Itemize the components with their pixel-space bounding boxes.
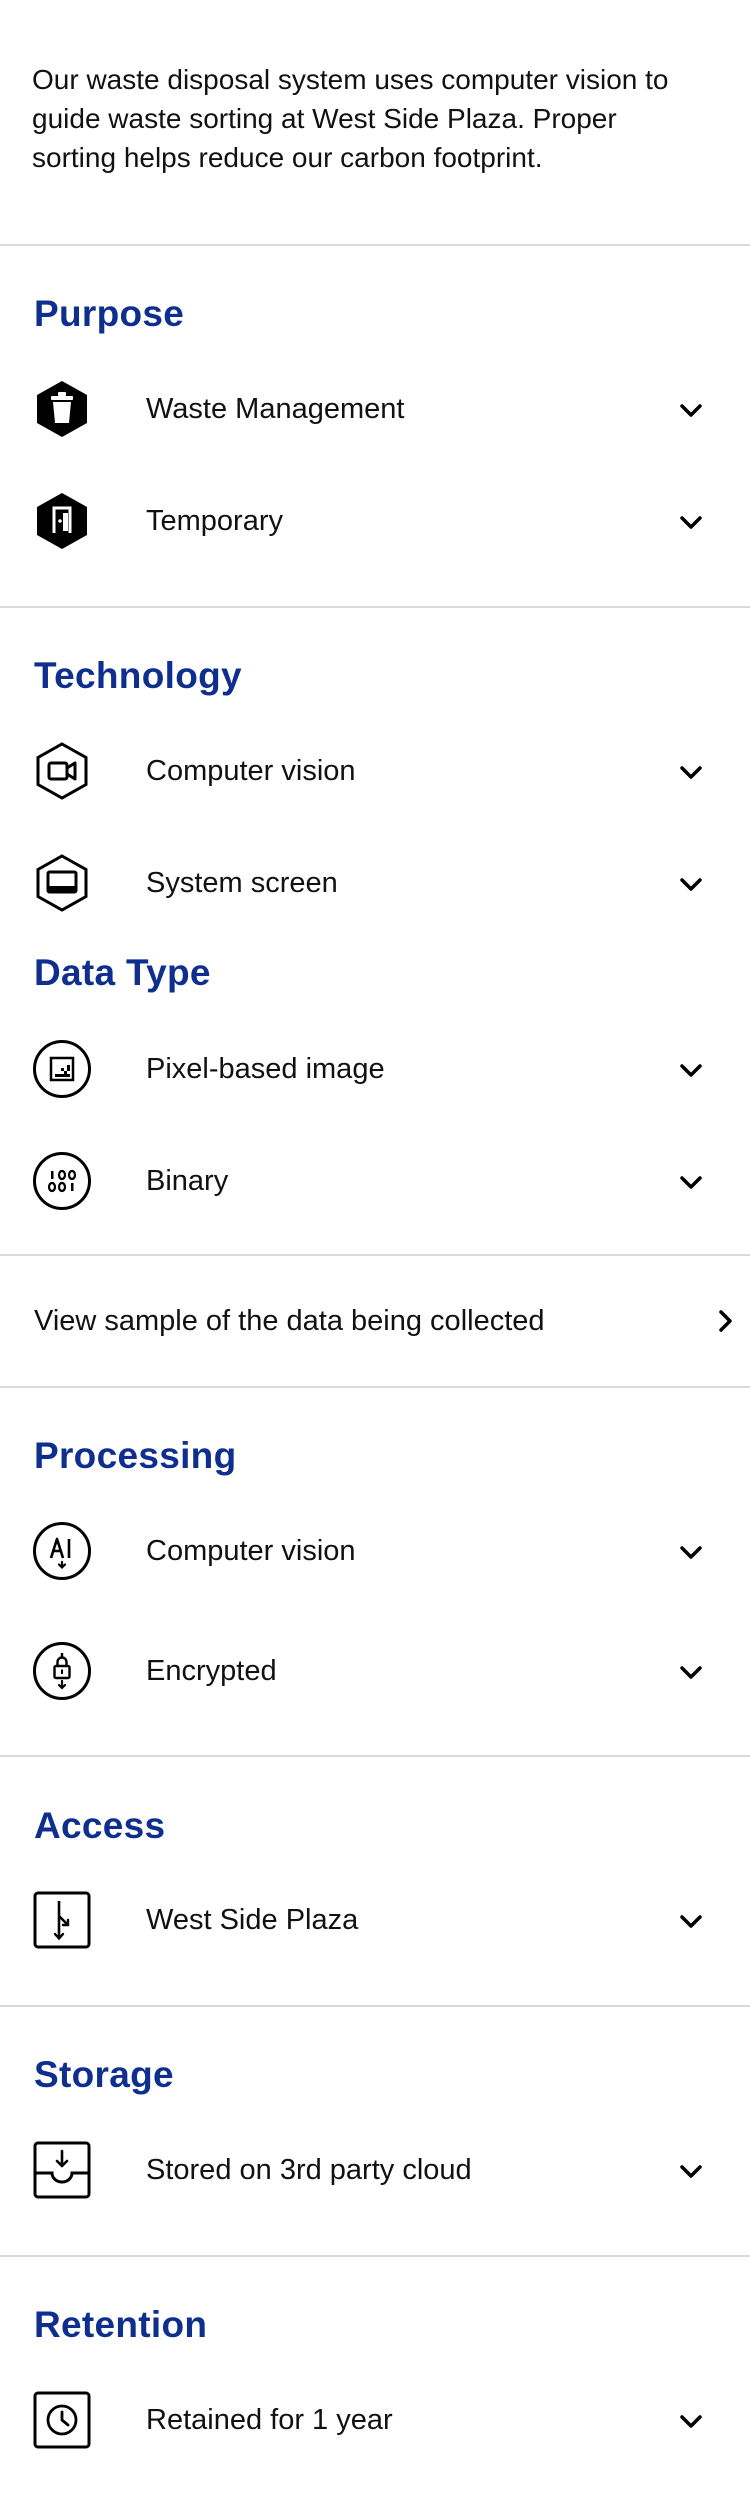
chevron-down-icon[interactable] [678,2158,704,2184]
item-label: Binary [146,1165,229,1197]
technology-item-system-screen[interactable]: System screen [0,843,750,923]
item-label: West Side Plaza [146,1904,359,1936]
intro-line: Our waste disposal system uses computer … [32,64,669,95]
chevron-down-icon[interactable] [678,1539,704,1565]
divider [0,2005,750,2007]
data-type-item-pixel-image[interactable]: Pixel-based image [0,1029,750,1109]
item-label: Encrypted [146,1655,277,1687]
divider [0,1755,750,1757]
data-type-item-binary[interactable]: Binary [0,1141,750,1221]
chevron-down-icon[interactable] [678,759,704,785]
view-sample-label: View sample of the data being collected [34,1305,545,1337]
divider [0,1386,750,1388]
ai-processing-icon [32,1521,92,1581]
binary-digits-icon [32,1151,92,1211]
purpose-item-temporary[interactable]: Temporary [0,481,750,561]
technology-item-computer-vision[interactable]: Computer vision [0,731,750,811]
section-title-technology: Technology [34,655,242,696]
processing-item-computer-vision[interactable]: Computer vision [0,1511,750,1591]
item-label: System screen [146,867,338,899]
chevron-down-icon[interactable] [678,1169,704,1195]
chevron-down-icon[interactable] [678,1057,704,1083]
storage-tray-icon [32,2140,92,2200]
item-label: Stored on 3rd party cloud [146,2154,472,2186]
chevron-down-icon[interactable] [678,2408,704,2434]
divider [0,2255,750,2257]
section-title-storage: Storage [34,2054,174,2095]
retention-item-1-year[interactable]: Retained for 1 year [0,2380,750,2460]
chevron-down-icon[interactable] [678,1659,704,1685]
section-title-processing: Processing [34,1435,237,1476]
access-branch-icon [32,1890,92,1950]
divider [0,244,750,246]
chevron-down-icon[interactable] [678,871,704,897]
storage-item-3rd-party-cloud[interactable]: Stored on 3rd party cloud [0,2130,750,2210]
access-item-west-side-plaza[interactable]: West Side Plaza [0,1880,750,1960]
section-title-purpose: Purpose [34,293,185,334]
item-label: Temporary [146,505,283,537]
processing-item-encrypted[interactable]: Encrypted [0,1631,750,1711]
view-sample-link[interactable]: View sample of the data being collected [0,1256,750,1386]
chevron-right-icon[interactable] [712,1308,738,1334]
item-label: Computer vision [146,755,356,787]
clock-icon [32,2390,92,2450]
intro-line: sorting helps reduce our carbon footprin… [32,142,543,173]
divider [0,606,750,608]
intro-line: guide waste sorting at West Side Plaza. … [32,103,617,134]
pixel-image-icon [32,1039,92,1099]
section-title-retention: Retention [34,2304,208,2345]
section-title-data-type: Data Type [34,952,211,993]
purpose-item-waste-management[interactable]: Waste Management [0,369,750,449]
chevron-down-icon[interactable] [678,509,704,535]
trash-bin-icon [32,379,92,439]
intro-description: Our waste disposal system uses computer … [32,60,718,177]
item-label: Computer vision [146,1535,356,1567]
exit-door-icon [32,491,92,551]
item-label: Waste Management [146,393,405,425]
chevron-down-icon[interactable] [678,397,704,423]
section-title-access: Access [34,1805,166,1846]
video-camera-icon [32,741,92,801]
encryption-lock-icon [32,1641,92,1701]
item-label: Pixel-based image [146,1053,385,1085]
item-label: Retained for 1 year [146,2404,393,2436]
monitor-screen-icon [32,853,92,913]
chevron-down-icon[interactable] [678,1908,704,1934]
